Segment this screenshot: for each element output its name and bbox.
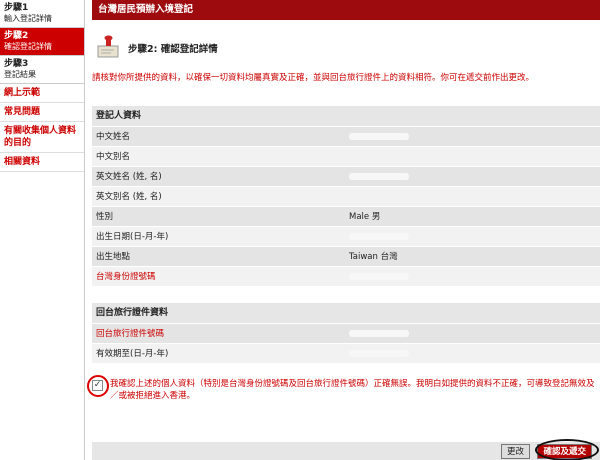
step-2-title: 步驟2 — [4, 31, 29, 41]
field-label: 出生地點 — [96, 252, 131, 262]
field-value — [347, 324, 600, 343]
field-label: 出生日期(日-月-年) — [96, 232, 169, 242]
confirm-checkbox-wrap: ✓ — [87, 375, 110, 397]
step-2-subtitle: 確認登記詳情 — [4, 42, 52, 51]
redacted-value — [349, 273, 409, 280]
sidebar-link-faq[interactable]: 常見問題 — [0, 103, 84, 122]
travel-doc-section: 回台旅行證件資料 回台旅行證件號碼 有效期至(日-月-年) — [92, 303, 600, 363]
redacted-value — [349, 133, 409, 140]
table-row: 回台旅行證件號碼 — [92, 323, 600, 343]
step-3-title: 步驟3 — [4, 59, 29, 69]
step-title: 步驟2: 確認登記詳情 — [128, 44, 218, 55]
redacted-value — [349, 173, 409, 180]
travel-doc-heading: 回台旅行證件資料 — [92, 303, 600, 323]
step-1-subtitle: 輸入登記詳情 — [4, 14, 52, 23]
field-label: 台灣身份證號碼 — [96, 272, 156, 282]
sidebar-link-online-demo[interactable]: 網上示範 — [0, 84, 84, 103]
step-3-subtitle: 登記結果 — [4, 70, 36, 79]
registrant-section: 登記人資料 中文姓名 中文別名 英文姓名 (姓, 名) 英文別名 (姓, 名) … — [92, 106, 600, 286]
confirm-text: 我確認上述的個人資料（特別是台灣身份證號碼及回台旅行證件號碼）正確無誤。我明白如… — [110, 379, 595, 401]
redacted-value — [349, 330, 409, 337]
field-label: 英文別名 (姓, 名) — [96, 192, 162, 202]
registrant-heading: 登記人資料 — [92, 106, 600, 126]
field-label: 性別 — [96, 212, 114, 222]
table-row: 出生地點 Taiwan 台灣 — [92, 246, 600, 266]
sidebar-link-related[interactable]: 相關資料 — [0, 153, 84, 172]
field-label: 有效期至(日-月-年) — [96, 349, 169, 359]
sidebar: 步驟1 輸入登記詳情 步驟2 確認登記詳情 步驟3 登記結果 網上示範 常見問題… — [0, 0, 85, 460]
step-heading: 步驟2: 確認登記詳情 — [96, 34, 218, 62]
field-value: Male 男 — [349, 212, 381, 222]
redacted-value — [349, 233, 409, 240]
registration-icon — [96, 35, 122, 62]
field-value — [347, 344, 600, 363]
field-value — [347, 147, 600, 166]
table-row: 有效期至(日-月-年) — [92, 343, 600, 363]
field-value — [347, 167, 600, 186]
table-row: 英文姓名 (姓, 名) — [92, 166, 600, 186]
sidebar-step-1: 步驟1 輸入登記詳情 — [0, 0, 84, 28]
sidebar-link-purpose[interactable]: 有關收集個人資料的目的 — [0, 122, 84, 153]
field-label: 中文別名 — [96, 152, 131, 162]
field-label: 回台旅行證件號碼 — [96, 329, 165, 339]
field-label: 中文姓名 — [96, 132, 131, 142]
field-value — [347, 267, 600, 286]
field-value: Taiwan 台灣 — [349, 252, 398, 262]
table-row: 英文別名 (姓, 名) — [92, 186, 600, 206]
confirm-checkbox[interactable]: ✓ — [92, 380, 103, 391]
table-row: 出生日期(日-月-年) — [92, 226, 600, 246]
sidebar-step-2-active: 步驟2 確認登記詳情 — [0, 28, 84, 56]
travel-doc-rows: 回台旅行證件號碼 有效期至(日-月-年) — [92, 323, 600, 363]
footer-bar: 更改 確認及遞交 — [92, 439, 600, 460]
confirm-submit-button[interactable]: 確認及遞交 — [537, 444, 592, 459]
confirmation-row: ✓ 我確認上述的個人資料（特別是台灣身份證號碼及回台旅行證件號碼）正確無誤。我明… — [87, 375, 600, 402]
step-1-title: 步驟1 — [4, 3, 29, 13]
page-header: 台灣居民預辦入境登記 — [92, 0, 600, 20]
field-label: 英文姓名 (姓, 名) — [96, 172, 162, 182]
table-row: 台灣身份證號碼 — [92, 266, 600, 286]
redacted-value — [349, 350, 409, 357]
field-value — [347, 187, 600, 206]
field-value — [347, 227, 600, 246]
field-value — [347, 127, 600, 146]
notice-text: 請核對你所提供的資料，以確保一切資料均屬真實及正確，並與回台旅行證件上的資料相符… — [92, 73, 535, 83]
sidebar-step-3: 步驟3 登記結果 — [0, 56, 84, 84]
table-row: 性別 Male 男 — [92, 206, 600, 226]
table-row: 中文姓名 — [92, 126, 600, 146]
edit-button[interactable]: 更改 — [500, 444, 530, 459]
table-row: 中文別名 — [92, 146, 600, 166]
main-content: 台灣居民預辦入境登記 步驟2: 確認登記詳情 請核對你所提供的資料，以確保一切資… — [87, 0, 600, 460]
registrant-rows: 中文姓名 中文別名 英文姓名 (姓, 名) 英文別名 (姓, 名) 性別 Mal… — [92, 126, 600, 286]
